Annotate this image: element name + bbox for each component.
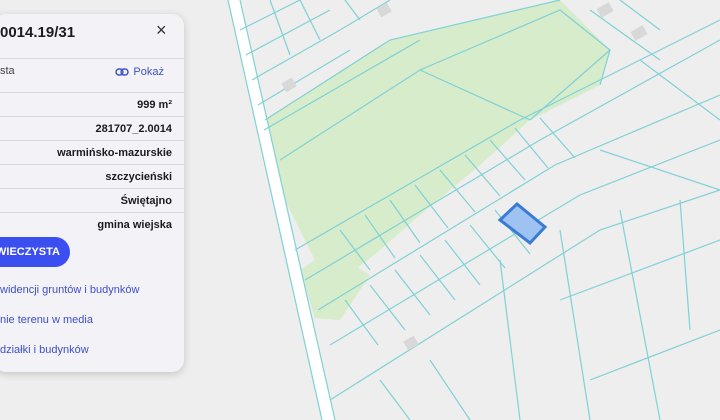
county-value: szczycieński	[105, 171, 172, 183]
parcel-buildings-link[interactable]: działki i budynków	[0, 344, 89, 356]
commune-row: Świętajno	[0, 188, 184, 213]
area-row: 999 m²	[0, 92, 184, 117]
parcel-id-row: 281707_2.0014	[0, 116, 184, 141]
show-link[interactable]: Pokaż	[115, 66, 164, 78]
land-register-button[interactable]: WIECZYSTA	[0, 237, 70, 267]
voivodeship-row: warmińsko-mazurskie	[0, 140, 184, 165]
parcel-title: 0014.19/31	[0, 24, 76, 41]
voivodeship-value: warmińsko-mazurskie	[57, 147, 172, 159]
media-link[interactable]: nie terenu w media	[0, 314, 93, 326]
commune-type-row: gmina wiejska	[0, 212, 184, 237]
close-icon[interactable]: ×	[156, 20, 167, 41]
county-row: szczycieński	[0, 164, 184, 189]
link-icon	[115, 68, 130, 76]
commune-value: Świętajno	[120, 195, 172, 207]
land-registry-link[interactable]: widencji gruntów i budynków	[0, 284, 139, 296]
parcel-id-value: 281707_2.0014	[95, 123, 172, 135]
source-label: sta	[0, 65, 15, 77]
area-value: 999 m²	[137, 99, 172, 111]
show-link-label: Pokaż	[133, 66, 164, 78]
parcel-info-panel: 0014.19/31 × sta Pokaż 999 m² 281707_2.0…	[0, 14, 184, 372]
commune-type-value: gmina wiejska	[97, 219, 172, 231]
